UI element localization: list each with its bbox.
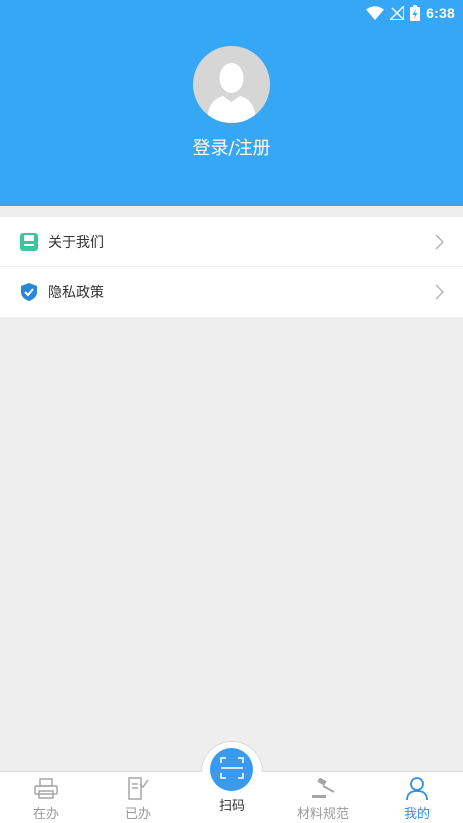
login-register-link[interactable]: 登录/注册 [0,134,463,160]
scan-button[interactable] [210,748,253,791]
no-signal-icon [390,6,405,20]
menu-item-label: 关于我们 [48,234,104,251]
avatar[interactable] [193,46,270,123]
status-bar: 6:38 [0,0,463,26]
tab-in-progress[interactable]: 在办 [0,772,92,823]
wifi-icon [366,6,385,20]
tab-label: 我的 [403,807,430,822]
tab-label: 在办 [32,807,59,822]
default-avatar-icon [207,63,256,123]
document-check-icon [127,777,149,801]
chevron-right-icon [435,284,445,304]
shield-check-icon [19,282,39,302]
scan-label[interactable]: 扫码 [196,795,268,814]
about-us-icon [19,232,39,252]
gavel-icon [309,777,337,801]
tab-completed[interactable]: 已办 [92,772,184,823]
menu-item-privacy-policy[interactable]: 隐私政策 [0,267,463,317]
menu-item-label: 隐私政策 [48,285,104,301]
battery-charging-icon [410,5,421,21]
status-time: 6:38 [426,5,455,21]
scan-icon [219,756,244,783]
tab-label: 已办 [124,807,151,822]
user-icon [406,777,428,801]
profile-header: 6:38 登录/注册 [0,0,463,206]
tab-material-standards[interactable]: 材料规范 [277,772,369,823]
tab-mine[interactable]: 我的 [371,772,463,823]
menu-item-about-us[interactable]: 关于我们 [0,217,463,267]
settings-menu: 关于我们 隐私政策 [0,217,463,317]
tab-label: 材料规范 [296,807,349,822]
chevron-right-icon [435,234,445,254]
printer-icon [34,777,58,801]
